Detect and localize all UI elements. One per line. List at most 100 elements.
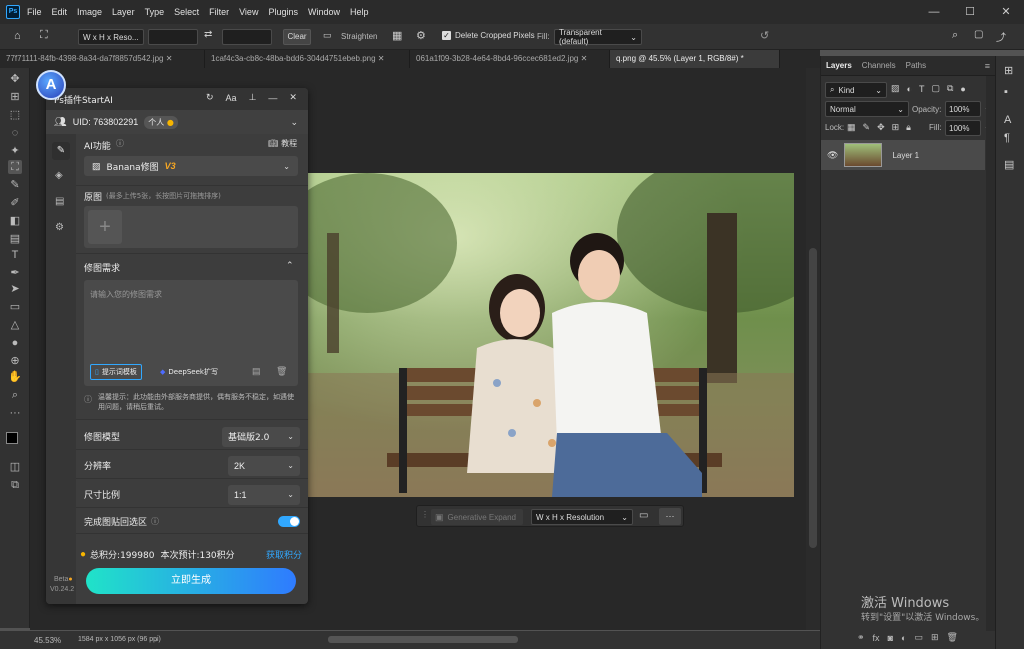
tab-layers[interactable]: Layers [821,61,857,70]
status-arrow-icon[interactable]: › [155,635,158,644]
zoom-tool-icon[interactable]: ⌕ [8,388,22,402]
edit-request-textarea[interactable]: 请输入您的修图需求 ▯ 提示词模板 ◆ DeepSeek扩写 ▤ 🗑︎ [84,280,298,386]
menu-view[interactable]: View [239,7,258,17]
screen-mode-icon[interactable]: ⧉ [8,478,22,492]
tab-doc-1[interactable]: 77f71111-84fb-4398-8a34-da7f8857d542.jpg… [0,50,205,68]
tab-paths[interactable]: Paths [901,61,931,70]
swap-icon[interactable]: ⇄ [204,29,216,43]
zoom-level[interactable]: 45.53% [34,636,61,645]
paste-back-toggle[interactable] [278,516,300,527]
new-layer-icon[interactable]: ⊞ [931,632,939,643]
layer-name[interactable]: Layer 1 [892,151,919,160]
pen-tool-icon[interactable]: ✒ [8,266,22,280]
menu-filter[interactable]: Filter [209,7,229,17]
path-selection-icon[interactable]: ➤ [8,282,22,296]
resolution-select[interactable]: 2K ⌄ [228,455,300,476]
eraser-tool-icon[interactable]: ◧ [8,214,22,228]
properties-icon[interactable]: ▤ [1004,158,1014,171]
menu-help[interactable]: Help [350,7,369,17]
lock-all-icon[interactable]: 🔒︎ [906,122,911,133]
ratio-select[interactable]: W x H x Reso... [78,29,144,45]
layer-filter-select[interactable]: ⌕ Kind ⌄ [825,82,887,98]
delete-layer-icon[interactable]: 🗑︎ [947,632,958,643]
width-field[interactable] [148,29,198,45]
move-tool-icon[interactable]: ✥ [8,72,22,86]
tab-channels[interactable]: Channels [857,61,901,70]
crop-tool-icon[interactable]: ⛶ [40,29,62,43]
blur-tool-icon[interactable]: △ [8,318,22,332]
tab-doc-active[interactable]: q.png @ 45.5% (Layer 1, RGB/8#) * [610,50,780,68]
marquee-tool-icon[interactable]: ⬚ [8,108,22,122]
collapse-icon[interactable]: ⊞ [1004,64,1013,77]
minimize-icon[interactable]: — [268,93,277,103]
trash-icon[interactable]: 🗑︎ [276,366,287,377]
straighten-label[interactable]: Straighten [341,32,377,41]
pin-icon[interactable]: ⊥ [249,92,257,103]
fill-select[interactable]: Transparent (default) ⌄ [554,28,642,46]
delete-cropped-checkbox[interactable]: ✓ Delete Cropped Pixels [442,31,535,40]
document-tab-icon[interactable]: ▤ [55,196,64,207]
type-filter-icon[interactable]: T [919,84,925,94]
pixel-filter-icon[interactable]: ▨ [891,83,900,94]
menu-file[interactable]: File [27,7,42,17]
menu-select[interactable]: Select [174,7,199,17]
info-icon[interactable]: ⓘ [151,516,159,527]
drag-handle-icon[interactable]: ⋮ [421,510,429,524]
opacity-field[interactable]: 100% [945,101,981,117]
generative-expand-button[interactable]: ▣ Generative Expand [431,509,523,525]
workspace-icon[interactable]: ▢ [974,29,988,43]
reset-icon[interactable]: ↺ [760,29,774,43]
new-group-icon[interactable]: ▭ [914,632,923,643]
eyedropper-icon[interactable]: ✎ [8,178,22,192]
artboard-tool-icon[interactable]: ⊞ [8,90,22,104]
hand-tool-icon[interactable]: ✋ [8,370,22,384]
shape-filter-icon[interactable]: ▢ [931,83,940,94]
startai-logo-icon[interactable]: A [36,70,66,100]
add-image-icon[interactable]: + [88,210,122,244]
ai-model-select[interactable]: ▨ Banana修图 V3 ⌄ [84,156,298,176]
layer-row[interactable]: 👁︎ Layer 1 [821,140,985,170]
filter-toggle-icon[interactable]: ● [960,84,965,94]
chevron-down-icon[interactable]: ⌄ [290,117,298,128]
menu-edit[interactable]: Edit [52,7,68,17]
more-options-button[interactable]: ··· [659,508,681,525]
info-icon[interactable]: ⓘ [116,138,124,149]
scrollbar-thumb[interactable] [809,248,817,548]
fx-icon[interactable]: fx [873,633,880,643]
rectangle-tool-icon[interactable]: ▭ [8,300,22,314]
more-tools-icon[interactable]: ··· [8,406,22,420]
home-icon[interactable]: ⌂ [14,30,26,42]
chevron-up-icon[interactable]: ⌃ [286,260,294,271]
quick-mask-icon[interactable]: ◫ [8,460,22,474]
edit-tab-icon[interactable]: ✎ [52,142,70,160]
close-window-button[interactable]: ✕ [988,0,1024,24]
share-icon[interactable]: ⤴ [996,29,1010,44]
magic-wand-icon[interactable]: ✦ [8,144,22,158]
edit-model-select[interactable]: 基础版2.0 ⌄ [222,426,300,447]
fill-field[interactable]: 100% [945,120,981,136]
crop-tool-icon[interactable]: ⛶ [8,160,22,174]
layers-tab-icon[interactable]: ◈ [55,170,63,181]
character-icon[interactable]: A [1004,114,1011,126]
clear-button[interactable]: Clear [283,29,311,45]
link-layers-icon[interactable]: ⚭ [857,632,865,643]
document-image[interactable] [307,173,794,497]
horizontal-scrollbar-thumb[interactable] [328,636,518,643]
visibility-eye-icon[interactable]: 👁︎ [827,150,838,161]
gear-icon[interactable]: ⚙ [416,29,430,43]
settings-gear-icon[interactable]: ⚙ [55,222,64,233]
panel-menu-icon[interactable]: ≡ [985,61,990,71]
straighten-icon[interactable]: ▭ [639,510,653,524]
history-icon[interactable]: ▤ [252,366,261,377]
dodge-tool-icon[interactable]: ● [8,336,22,350]
lasso-tool-icon[interactable]: ◌ [8,126,22,140]
font-size-icon[interactable]: Aa [226,93,237,103]
close-icon[interactable]: ✕ [289,92,297,103]
foreground-color-swatch[interactable] [6,432,18,444]
grid-overlay-icon[interactable]: ▦ [392,29,406,43]
brush-tool-icon[interactable]: ✐ [8,196,22,210]
stamp-tool-icon[interactable]: ⊕ [8,354,22,368]
menu-layer[interactable]: Layer [112,7,135,17]
get-points-link[interactable]: 获取积分 [266,548,302,561]
refresh-icon[interactable]: ↻ [206,92,214,103]
